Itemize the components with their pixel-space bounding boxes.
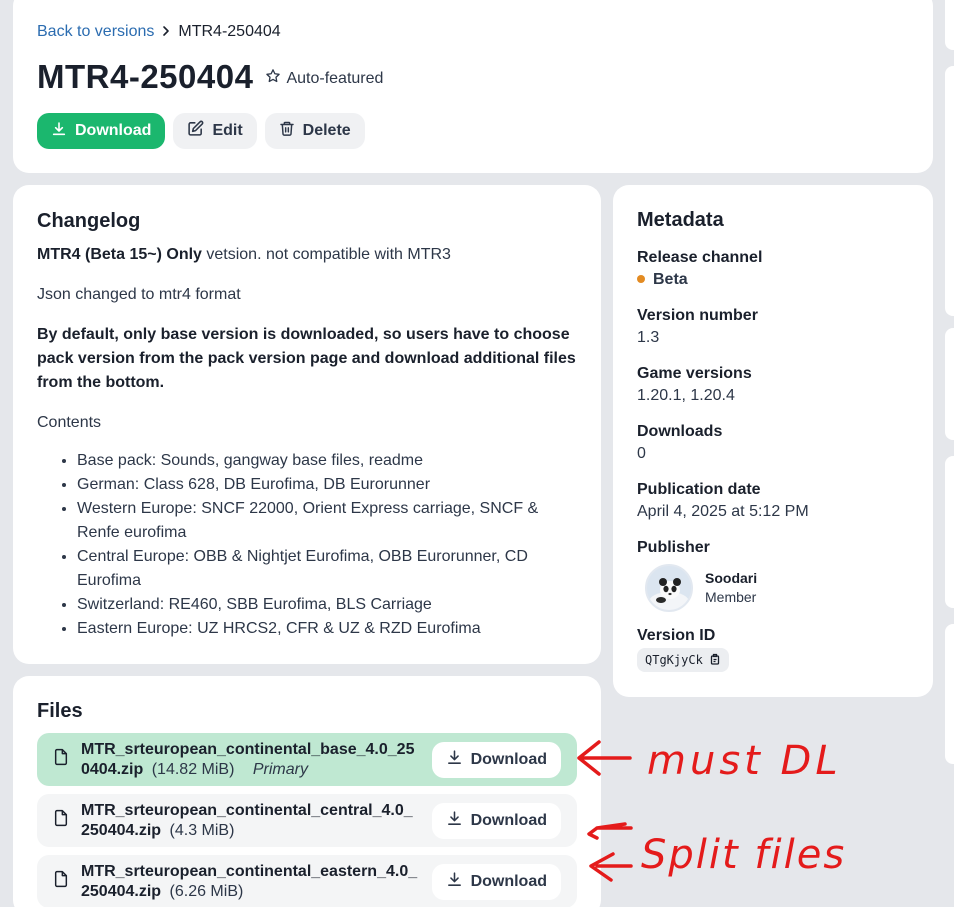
file-download-label: Download [470,872,547,890]
version-number: Version number 1.3 [637,306,917,350]
game-versions-label: Game versions [637,365,752,382]
note-split-files: Split files [641,832,846,878]
file-download-button[interactable]: Download [431,741,561,778]
list-item: Switzerland: RE460, SBB Eurofima, BLS Ca… [77,593,582,617]
game-versions-value: 1.20.1, 1.20.4 [637,387,735,404]
downloads-label: Downloads [637,423,723,440]
metadata-heading: Metadata [637,209,724,231]
changelog-line: Contents [37,414,102,431]
changelog-line: Json changed to mtr4 format [37,286,241,303]
list-item: Eastern Europe: UZ HRCS2, CFR & UZ & RZD… [77,617,582,641]
arrow-icon [587,822,633,840]
download-button-label: Download [75,122,152,139]
files-heading: Files [37,700,83,722]
release-channel: Release channel Beta [637,248,917,292]
downloads-value: 0 [637,445,646,462]
arrow-icon [577,740,632,776]
handwritten-annotations: must DL Split files [577,738,846,882]
edit-button-label: Edit [212,122,243,139]
featured-badge: Auto-featured [265,68,383,89]
primary-badge: Primary [252,760,308,778]
publication-date-value: April 4, 2025 at 5:12 PM [637,503,809,520]
download-icon [51,121,67,142]
list-item: Western Europe: SNCF 22000, Orient Expre… [77,497,582,545]
version-number-value: 1.3 [637,329,660,346]
publication-date-label: Publication date [637,481,761,498]
download-icon [446,810,463,832]
file-size: (4.3 MiB) [169,821,235,839]
file-download-label: Download [470,811,547,829]
delete-button[interactable]: Delete [264,113,365,149]
side-card-stub [945,66,954,316]
file-download-label: Download [470,750,547,768]
download-icon [446,749,463,771]
list-item: Base pack: Sounds, gangway base files, r… [77,449,582,473]
publisher-label: Publisher [637,539,710,556]
downloads: Downloads 0 [637,422,917,466]
download-button[interactable]: Download [37,113,166,149]
breadcrumb: Back to versions MTR4-250404 [37,23,281,41]
version-id-label: Version ID [637,627,716,644]
release-channel-label: Release channel [637,249,763,266]
game-versions: Game versions 1.20.1, 1.20.4 [637,364,917,408]
edit-button[interactable]: Edit [173,113,257,149]
file-download-button[interactable]: Download [431,802,561,839]
side-card-stub [945,328,954,440]
file-row: MTR_srteuropean_continental_base_4.0_25 … [37,733,577,786]
featured-label: Auto-featured [286,69,384,87]
list-item: German: Class 628, DB Eurofima, DB Euror… [77,473,582,497]
trash-icon [279,120,295,142]
version-number-label: Version number [637,307,758,324]
release-channel-value: Beta [653,271,688,288]
status-dot-icon [637,275,645,283]
version-header-card: Back to versions MTR4-250404 MTR4-250404… [13,0,933,173]
edit-icon [187,120,204,142]
publication-date: Publication date April 4, 2025 at 5:12 P… [637,480,917,524]
changelog-note: By default, only base version is downloa… [37,326,576,391]
file-size: (14.82 MiB) [151,760,235,778]
file-name-line1: MTR_srteuropean_continental_base_4.0_25 [81,740,415,758]
file-icon [53,809,77,832]
file-row: MTR_srteuropean_continental_central_4.0_… [37,794,577,847]
file-name-line2: 0404.zip [81,760,144,778]
file-name-line1: MTR_srteuropean_continental_central_4.0_ [81,801,413,819]
note-must-dl: must DL [647,738,842,784]
chevron-right-icon [160,24,172,41]
star-icon [265,68,281,89]
file-name-line1: MTR_srteuropean_continental_eastern_4.0_ [81,862,418,880]
side-card-stub [945,456,954,608]
version-id-copy[interactable]: QTgKjyCk [637,648,729,672]
files-card: Files MTR_srteuropean_continental_base_4… [13,676,601,907]
file-row: MTR_srteuropean_continental_eastern_4.0_… [37,855,577,907]
publisher-role: Member [705,589,757,605]
file-download-button[interactable]: Download [431,863,561,900]
version-id-value: QTgKjyCk [645,653,703,667]
publisher: Publisher Soodari Member [637,538,917,612]
download-icon [446,871,463,893]
back-to-versions-link[interactable]: Back to versions [37,23,154,41]
publisher-name[interactable]: Soodari [705,569,757,588]
delete-button-label: Delete [302,122,351,139]
metadata-card: Metadata Release channel Beta Version nu… [613,185,933,697]
file-size: (6.26 MiB) [169,882,244,900]
file-icon [53,748,77,771]
changelog-line: MTR4 (Beta 15~) Only vetsion. not compat… [37,246,451,263]
contents-list: Base pack: Sounds, gangway base files, r… [37,449,582,641]
avatar[interactable] [645,564,693,612]
copy-icon[interactable] [709,653,721,668]
list-item: Central Europe: OBB & Nightjet Eurofima,… [77,545,582,593]
version-id: Version ID QTgKjyCk [637,626,917,672]
file-name-line2: 250404.zip [81,882,162,900]
publisher-link[interactable]: Soodari Member [645,564,917,612]
side-card-stub [945,0,954,50]
changelog-card: Changelog MTR4 (Beta 15~) Only vetsion. … [13,185,601,664]
file-name-line2: 250404.zip [81,821,162,839]
page-title: MTR4-250404 [37,58,254,95]
file-icon [53,870,77,893]
breadcrumb-current: MTR4-250404 [178,23,281,40]
changelog-heading: Changelog [37,210,141,232]
arrow-icon [589,852,633,882]
